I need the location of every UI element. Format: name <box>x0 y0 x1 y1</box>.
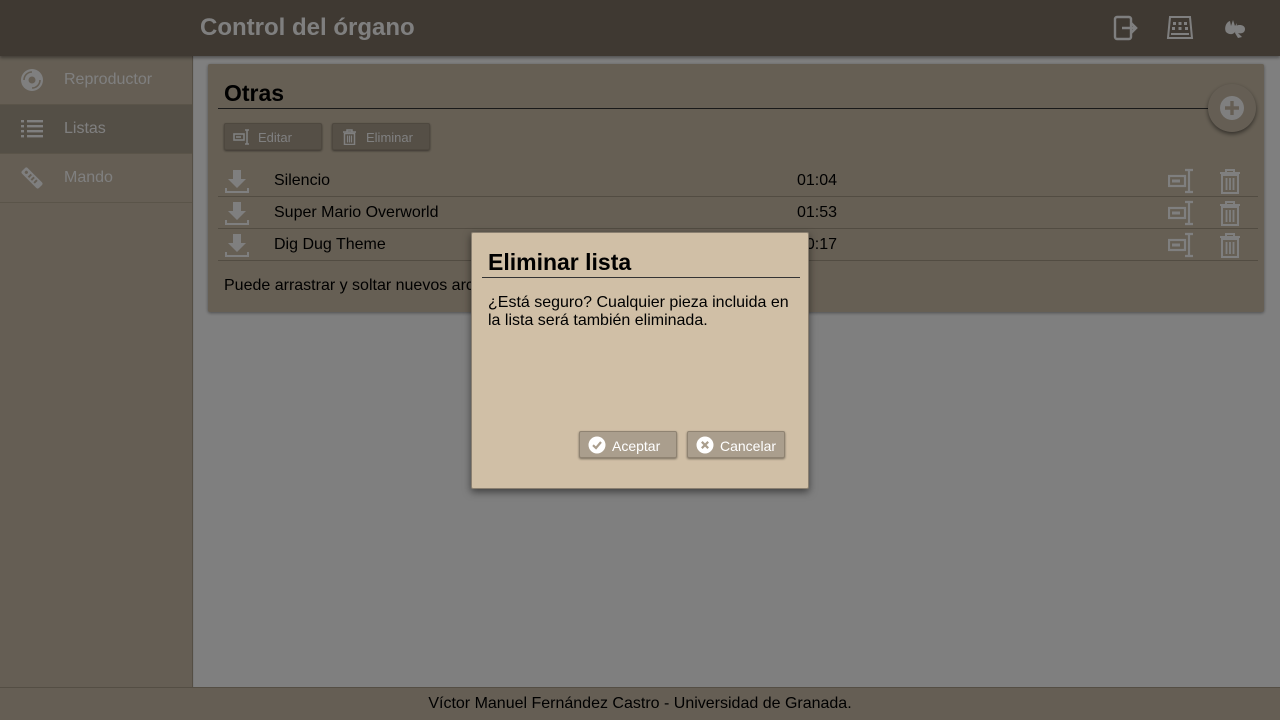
dialog-title: Eliminar lista <box>488 249 632 275</box>
cancel-button[interactable]: Cancelar <box>687 431 785 458</box>
dialog-message: ¿Está seguro? Cualquier pieza incluida e… <box>488 294 789 329</box>
check-circle-icon <box>588 436 606 454</box>
cancel-button-label: Cancelar <box>720 438 777 454</box>
accept-button[interactable]: Aceptar <box>579 431 677 458</box>
delete-list-dialog: Eliminar lista ¿Está seguro? Cualquier p… <box>471 232 809 489</box>
accept-button-label: Aceptar <box>612 438 661 454</box>
dialog-divider <box>482 277 800 278</box>
close-circle-icon <box>696 436 714 454</box>
